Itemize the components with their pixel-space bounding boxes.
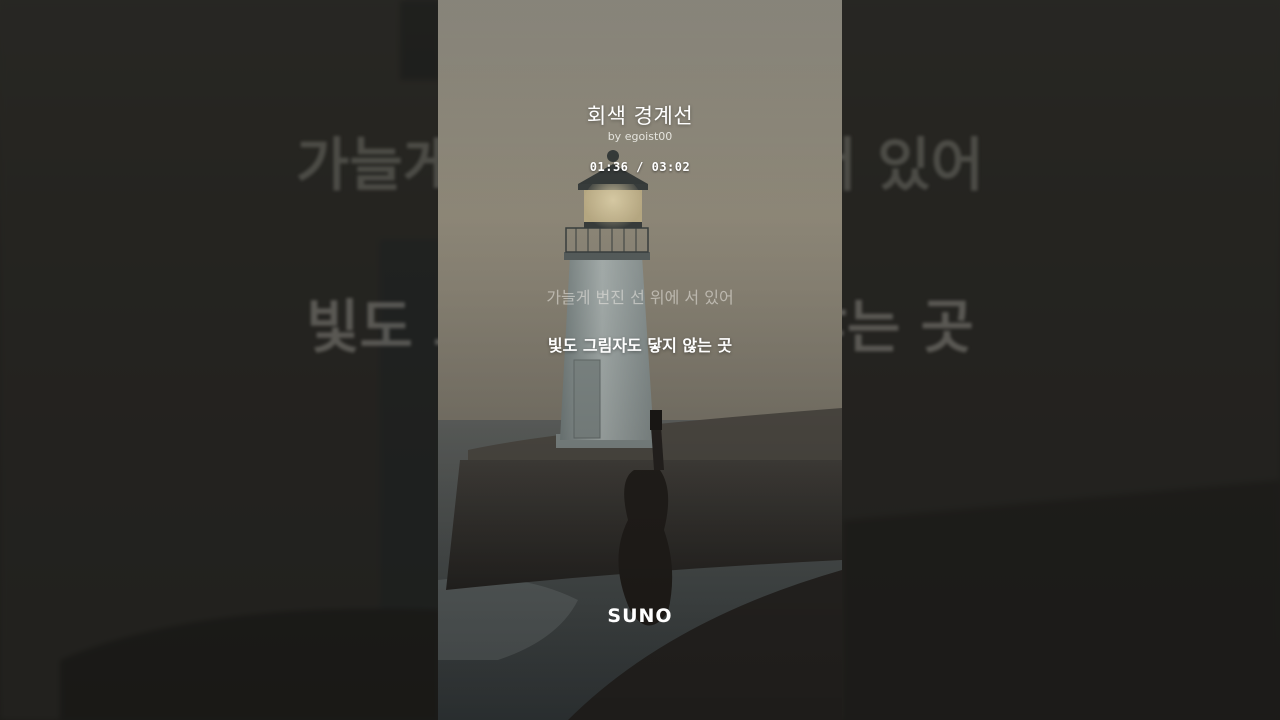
song-title: 회색 경계선 [586, 104, 694, 128]
playback-time: 01:36 / 03:02 [438, 160, 842, 174]
suno-logo-icon: SUNO [607, 605, 672, 626]
previous-lyric-line: 가늘게 번진 선 위에 서 있어 [546, 288, 734, 307]
current-time: 01:36 [589, 160, 629, 174]
time-separator: / [636, 160, 644, 174]
song-artist: by egoist00 [607, 130, 673, 143]
brand-name: SUNO [607, 605, 672, 626]
current-lyric-line: 빛도 그림자도 닿지 않는 곳 [547, 336, 733, 355]
total-time: 03:02 [651, 160, 691, 174]
suno-logo: SUNO [438, 604, 842, 630]
video-frame: 가늘게 번진 선 위에 서 있어 빛도 그림자도 닿지 않는 곳 [0, 0, 1280, 720]
player-panel: 회색 경계선 by egoist00 01:36 / 03:02 가늘게 번진 … [438, 0, 842, 720]
